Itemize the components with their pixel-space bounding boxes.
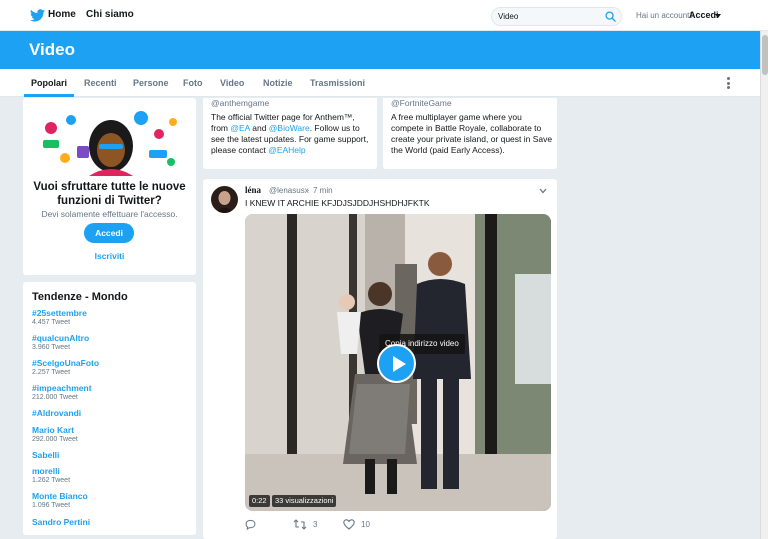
trend-count: 212.000 Tweet [32,394,78,401]
tweet-text: I KNEW IT ARCHIE KFJDJSJDDJHSHDHJFKTK [245,198,430,208]
page-scrollbar[interactable] [760,31,768,539]
twitter-features-illustration [43,111,177,176]
tab-foto[interactable]: Foto [183,78,203,88]
nav-home-link[interactable]: Home [48,9,76,20]
tab-popolari[interactable]: Popolari [31,78,67,88]
like-count: 10 [361,520,370,529]
signup-card: Vuoi sfruttare tutte le nuove funzioni d… [23,98,196,275]
trend-item[interactable]: morelli 1.262 Tweet [32,466,192,485]
trend-name[interactable]: #ScelgoUnaFoto [32,358,192,368]
search-input[interactable] [498,10,598,23]
bio-mention-link[interactable]: @BioWare [269,123,310,133]
profile-bio: The official Twitter page for Anthem™, f… [211,112,373,156]
profile-handle[interactable]: @FortniteGame [391,98,452,108]
trend-name[interactable]: #Aldrovandi [32,408,192,418]
chevron-down-icon[interactable] [539,188,547,194]
video-duration: 0:22 [249,495,270,507]
profile-handle[interactable]: @anthemgame [211,98,269,108]
search-box[interactable] [491,7,622,26]
video-view-count: 33 visualizzazioni [272,495,337,507]
tab-persone[interactable]: Persone [133,78,169,88]
tweet-separator: · [307,186,310,195]
bio-mention-link[interactable]: @EAHelp [268,145,305,155]
trend-name[interactable]: morelli [32,466,192,476]
trend-item[interactable]: #Aldrovandi [32,408,192,418]
tweet-author-name[interactable]: léna [245,185,261,195]
profile-bio: A free multiplayer game where you compet… [391,112,553,155]
more-options-icon[interactable] [727,77,730,89]
page-header: Video [0,31,768,69]
trend-item[interactable]: #ScelgoUnaFoto 2.257 Tweet [32,358,192,377]
trend-name[interactable]: Monte Bianco [32,491,192,501]
trend-item[interactable]: Mario Kart 292.000 Tweet [32,425,192,444]
tab-video[interactable]: Video [220,78,244,88]
trend-item[interactable]: Monte Bianco 1.096 Tweet [32,491,192,510]
avatar-image [211,186,238,213]
twitter-bird-icon[interactable] [30,9,45,22]
trend-item[interactable]: Sandro Pertini [32,517,192,527]
tweet-card[interactable]: léna @lenasusx · 7 min I KNEW IT ARCHIE … [203,179,557,539]
login-button[interactable]: Accedi [84,223,134,243]
trend-item[interactable]: #impeachment 212.000 Tweet [32,383,192,402]
signup-title: Vuoi sfruttare tutte le nuove funzioni d… [33,181,186,207]
profile-card-anthem[interactable]: @anthemgame The official Twitter page fo… [203,98,377,169]
heart-icon[interactable] [343,519,355,530]
tab-recenti[interactable]: Recenti [84,78,117,88]
retweet-count: 3 [313,520,318,529]
trend-name[interactable]: Sandro Pertini [32,517,192,527]
trend-count: 4.457 Tweet [32,319,71,326]
trend-name[interactable]: Mario Kart [32,425,192,435]
trend-item[interactable]: #qualcunAltro 3.960 Tweet [32,333,192,352]
play-button[interactable] [377,344,416,383]
tweet-author-handle[interactable]: @lenasusx [269,186,309,195]
bio-text: and [249,123,269,133]
account-question: Hai un account? [636,11,694,20]
trend-item[interactable]: #25settembre 4.457 Tweet [32,308,192,327]
retweet-action[interactable]: 3 [293,519,317,530]
retweet-icon[interactable] [293,519,307,530]
nav-about-link[interactable]: Chi siamo [86,9,134,20]
tab-notizie[interactable]: Notizie [263,78,293,88]
trend-count: 2.257 Tweet [32,369,71,376]
search-icon[interactable] [605,11,616,22]
avatar[interactable] [211,186,238,213]
scrollbar-thumb[interactable] [762,35,768,75]
like-action[interactable]: 10 [343,519,370,530]
trend-count: 3.960 Tweet [32,344,71,351]
trend-name[interactable]: #25settembre [32,308,192,318]
trends-title: Tendenze - Mondo [32,291,128,303]
caret-down-icon[interactable] [715,14,721,18]
profile-card-fortnite[interactable]: @FortniteGame A free multiplayer game wh… [383,98,557,169]
bio-mention-link[interactable]: @EA [230,123,250,133]
tweet-actions: 3 10 [245,519,545,533]
signup-subtitle: Devi solamente effettuare l'accesso. [41,209,178,219]
trend-name[interactable]: #impeachment [32,383,192,393]
tab-bar: Popolari Recenti Persone Foto Video Noti… [0,69,760,97]
top-navigation: Home Chi siamo Hai un account? Accedi [0,0,768,31]
signup-link[interactable]: Iscriviti [23,251,196,261]
page-title: Video [29,40,75,59]
trend-item[interactable]: Sabelli [32,450,192,460]
trend-count: 1.262 Tweet [32,477,71,484]
trend-name[interactable]: Sabelli [32,450,192,460]
reply-icon[interactable] [245,519,256,530]
reply-action[interactable] [245,519,262,530]
trends-card: Tendenze - Mondo #25settembre 4.457 Tweet… [23,282,196,535]
video-player[interactable]: Copia indirizzo video 0:22 33 visualizza… [245,214,551,511]
active-tab-indicator [24,94,74,97]
tab-trasmissioni[interactable]: Trasmissioni [310,78,365,88]
tweet-timestamp[interactable]: 7 min [313,186,333,195]
trend-count: 292.000 Tweet [32,436,78,443]
trend-name[interactable]: #qualcunAltro [32,333,192,343]
trend-count: 1.096 Tweet [32,502,71,509]
